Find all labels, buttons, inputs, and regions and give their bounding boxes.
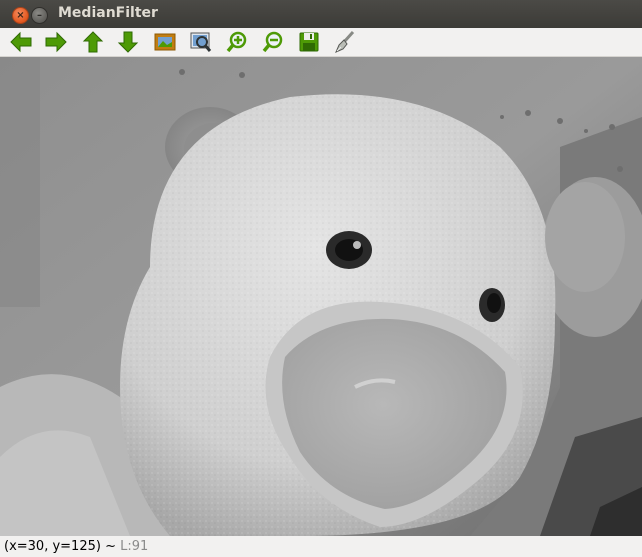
status-text: (x=30, y=125) ~ L:91	[4, 539, 148, 554]
status-bar: (x=30, y=125) ~ L:91	[0, 536, 642, 557]
toolbar	[0, 28, 642, 57]
save-button[interactable]	[297, 30, 321, 54]
zoom-out-icon	[262, 31, 283, 53]
zoom-out-button[interactable]	[261, 30, 285, 54]
close-button[interactable]: ×	[12, 7, 29, 24]
zoom-fit-button[interactable]	[189, 30, 213, 54]
image-canvas[interactable]	[0, 57, 642, 536]
close-icon: ×	[16, 10, 25, 21]
arrow-right-icon	[45, 31, 67, 53]
pan-up-button[interactable]	[81, 30, 105, 54]
title-bar: × – MedianFilter	[0, 0, 642, 28]
grayscale-teddy-bear-image	[0, 57, 642, 536]
zoom-original-button[interactable]	[153, 30, 177, 54]
pixel-level: L:91	[120, 539, 149, 554]
pan-right-button[interactable]	[44, 30, 68, 54]
brush-icon	[335, 30, 355, 53]
arrow-up-icon	[82, 31, 104, 53]
minimize-icon: –	[37, 10, 42, 21]
properties-button[interactable]	[333, 30, 357, 54]
cursor-coords: (x=30, y=125) ~	[4, 539, 121, 554]
arrow-down-icon	[117, 31, 139, 53]
zoom-fit-icon	[190, 32, 212, 52]
zoom-in-icon	[226, 31, 247, 53]
image-icon	[154, 33, 176, 51]
minimize-button[interactable]: –	[31, 7, 48, 24]
app-window: × – MedianFilter (x=30, y=125) ~ L:91	[0, 0, 642, 557]
arrow-left-icon	[10, 31, 32, 53]
pan-left-button[interactable]	[9, 30, 33, 54]
pan-down-button[interactable]	[116, 30, 140, 54]
window-title: MedianFilter	[58, 5, 158, 21]
save-icon	[299, 32, 319, 52]
zoom-in-button[interactable]	[225, 30, 249, 54]
